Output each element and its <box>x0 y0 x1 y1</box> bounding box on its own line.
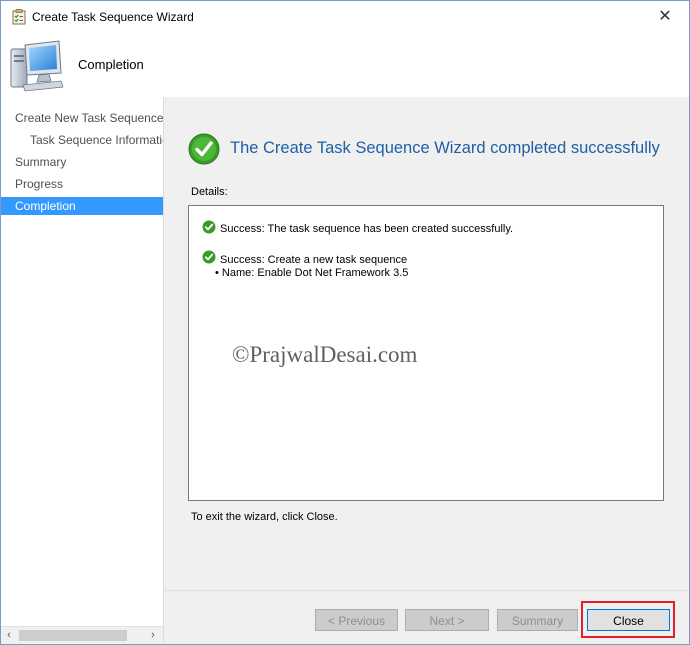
footer-divider <box>164 590 689 591</box>
nav-step-summary: Summary <box>15 155 67 169</box>
watermark-text: ©PrajwalDesai.com <box>232 342 418 367</box>
details-line-task-sequence-created: Success: The task sequence has been crea… <box>220 223 514 235</box>
nav-step-progress: Progress <box>15 177 64 191</box>
details-line-name: • Name: Enable Dot Net Framework 3.5 <box>215 267 409 279</box>
status-title: The Create Task Sequence Wizard complete… <box>230 139 660 157</box>
nav-horizontal-scrollbar[interactable]: ‹ › <box>1 626 163 644</box>
wizard-window: Create Task Sequence Wizard ✕ Completion… <box>0 0 690 645</box>
nav-step-create-new-task-sequence: Create New Task Sequence <box>15 111 164 125</box>
computer-icon <box>10 40 64 92</box>
title-bar: Create Task Sequence Wizard ✕ <box>1 1 689 33</box>
page-title: Completion <box>78 57 144 72</box>
success-check-icon <box>202 220 216 234</box>
main-content: The Create Task Sequence Wizard complete… <box>164 97 689 587</box>
wizard-header: Completion <box>1 33 689 97</box>
details-line-create-task-sequence: Success: Create a new task sequence <box>220 254 408 266</box>
clipboard-checklist-icon <box>12 9 26 25</box>
exit-instructions: To exit the wizard, click Close. <box>191 511 338 523</box>
scrollbar-thumb[interactable] <box>19 630 127 641</box>
details-box: Success: The task sequence has been crea… <box>188 205 664 501</box>
close-window-icon[interactable]: ✕ <box>655 7 675 27</box>
scroll-right-icon[interactable]: › <box>145 627 161 644</box>
summary-button[interactable]: Summary <box>497 609 578 631</box>
previous-button[interactable]: < Previous <box>315 609 398 631</box>
details-label: Details: <box>191 186 228 198</box>
close-button-highlight <box>581 601 675 638</box>
next-button[interactable]: Next > <box>405 609 489 631</box>
nav-step-task-sequence-information: Task Sequence Informatic <box>30 133 164 147</box>
window-title: Create Task Sequence Wizard <box>32 10 194 24</box>
success-check-icon <box>188 133 220 165</box>
scroll-left-icon[interactable]: ‹ <box>1 627 17 644</box>
success-check-icon <box>202 250 216 264</box>
wizard-steps-nav: Create New Task Sequence Task Sequence I… <box>1 97 164 644</box>
nav-step-completion: Completion <box>1 197 163 215</box>
